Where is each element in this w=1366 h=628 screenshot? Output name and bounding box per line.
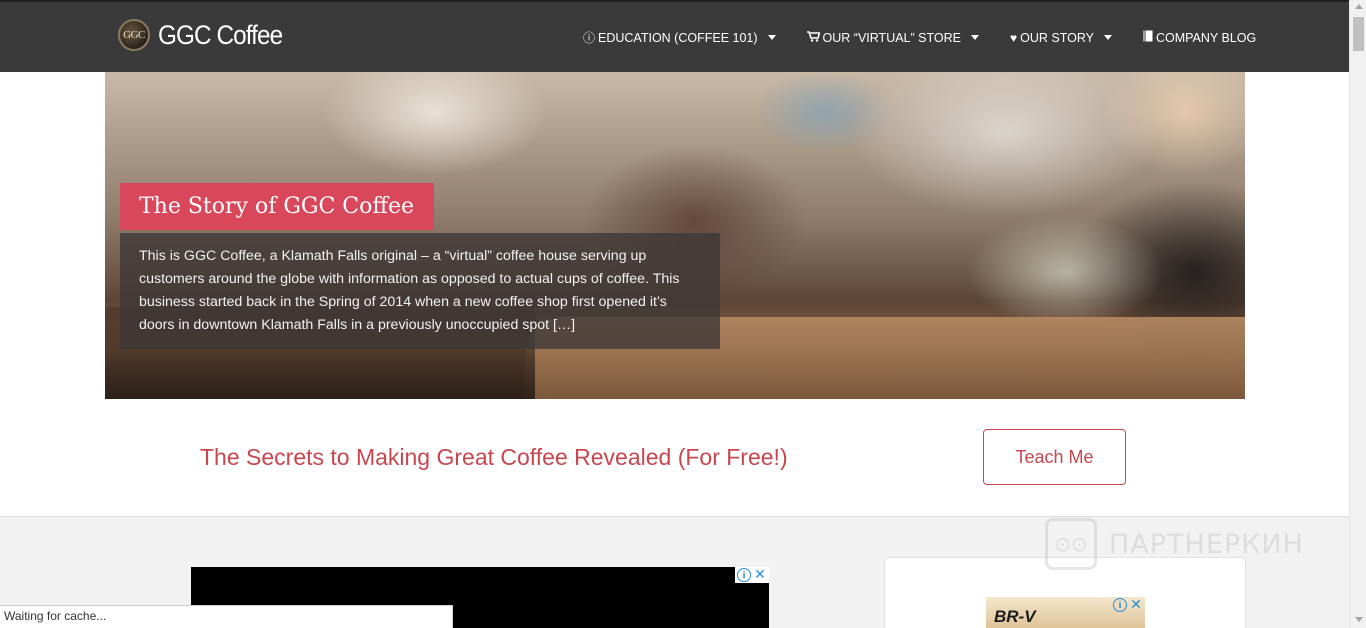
info-circle-icon: ⓘ (583, 31, 596, 45)
nav-item-our-story[interactable]: ♥ OUR STORY (1010, 31, 1112, 45)
browser-status-bar: Waiting for cache... (0, 605, 453, 628)
heart-icon: ♥ (1009, 30, 1018, 45)
nav-item-store[interactable]: OUR “VIRTUAL” STORE (806, 30, 979, 45)
cta-headline: The Secrets to Making Great Coffee Revea… (200, 444, 788, 470)
nav-item-label: EDUCATION (COFFEE 101) (598, 30, 758, 45)
top-navbar: GGC GGC Coffee ⓘ EDUCATION (COFFEE 101) … (0, 0, 1349, 72)
watermark: ⊙⊙ ПАРТНЕРКИН (1045, 518, 1304, 570)
ad-controls: i ✕ (735, 567, 769, 583)
main-menu: ⓘ EDUCATION (COFFEE 101) OUR “VIRTUAL” S… (583, 29, 1256, 46)
ad-controls: i ✕ (1111, 597, 1145, 613)
caret-down-icon (767, 35, 776, 40)
brand-name: GGC Coffee (158, 19, 283, 50)
nav-item-label: OUR “VIRTUAL” STORE (822, 30, 961, 45)
scroll-thumb[interactable] (1353, 17, 1364, 51)
ad-info-icon[interactable]: i (737, 568, 751, 582)
caret-down-icon (1103, 35, 1112, 40)
nav-item-blog[interactable]: COMPANY BLOG (1143, 30, 1256, 45)
nav-item-label: OUR STORY (1020, 30, 1094, 45)
hero-banner: The Story of GGC Coffee This is GGC Coff… (105, 72, 1245, 399)
brand-link[interactable]: GGC GGC Coffee (118, 19, 296, 51)
brand-logo: GGC (118, 19, 150, 51)
ad-info-icon[interactable]: i (1113, 598, 1127, 612)
hero-excerpt: This is GGC Coffee, a Klamath Falls orig… (139, 248, 680, 333)
ad-close-icon[interactable]: ✕ (753, 568, 767, 582)
ad-banner-right[interactable]: BR-V i ✕ (986, 597, 1145, 628)
shopping-cart-icon (806, 30, 821, 45)
ad-brand-text: BR-V (994, 607, 1036, 626)
nav-item-label: COMPANY BLOG (1155, 30, 1257, 45)
watermark-logo-icon: ⊙⊙ (1045, 518, 1097, 570)
page-scrollbar[interactable] (1349, 0, 1366, 628)
hero-title[interactable]: The Story of GGC Coffee (139, 194, 414, 219)
scroll-up-arrow-icon[interactable] (1355, 4, 1363, 9)
caret-down-icon (970, 35, 979, 40)
teach-me-button[interactable]: Teach Me (983, 429, 1126, 485)
book-icon (1143, 30, 1153, 45)
hero-title-box[interactable]: The Story of GGC Coffee (120, 183, 435, 230)
scroll-down-arrow-icon[interactable] (1355, 617, 1363, 622)
hero-excerpt-box: This is GGC Coffee, a Klamath Falls orig… (120, 233, 720, 349)
watermark-text: ПАРТНЕРКИН (1109, 528, 1304, 560)
ad-close-icon[interactable]: ✕ (1129, 598, 1143, 612)
nav-item-education[interactable]: ⓘ EDUCATION (COFFEE 101) (583, 29, 776, 46)
